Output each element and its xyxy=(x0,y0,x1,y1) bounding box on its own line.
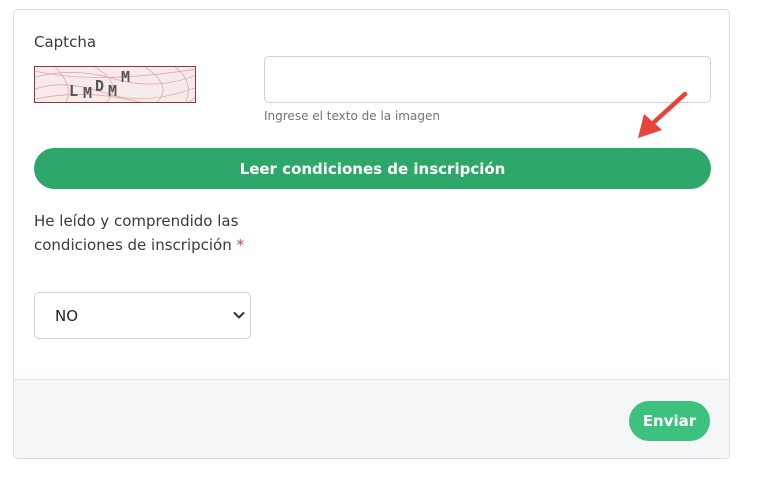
captcha-help-text: Ingrese el texto de la imagen xyxy=(264,109,440,123)
captcha-label: Captcha xyxy=(34,33,97,51)
captcha-char: M xyxy=(121,68,130,86)
captcha-char: M xyxy=(83,84,92,102)
agree-conditions-select[interactable]: NO xyxy=(34,292,251,339)
form-body: Captcha L M D M M Ingrese el texto de la… xyxy=(14,10,729,379)
agree-conditions-label: He leído y comprendido las condiciones d… xyxy=(34,209,254,257)
form-footer: Enviar xyxy=(14,379,729,458)
read-conditions-button[interactable]: Leer condiciones de inscripción xyxy=(34,148,711,189)
captcha-char: L xyxy=(69,82,78,100)
captcha-char: M xyxy=(108,82,117,100)
captcha-input[interactable] xyxy=(264,56,711,103)
registration-form-card: Captcha L M D M M Ingrese el texto de la… xyxy=(13,9,730,459)
send-button[interactable]: Enviar xyxy=(629,401,710,441)
captcha-image: L M D M M xyxy=(34,66,196,103)
required-marker: * xyxy=(236,236,245,254)
agree-conditions-text: He leído y comprendido las condiciones d… xyxy=(34,212,239,254)
captcha-char: D xyxy=(95,77,104,95)
